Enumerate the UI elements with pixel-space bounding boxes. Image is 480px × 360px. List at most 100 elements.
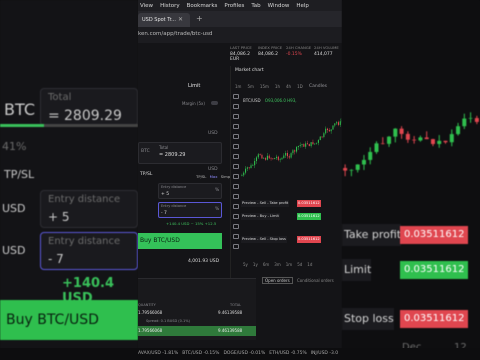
candles-dropdown[interactable]: Candles bbox=[309, 84, 327, 89]
drawing-tool-icon[interactable] bbox=[233, 94, 239, 99]
candle-body bbox=[336, 122, 338, 124]
zoom-percent: 41% bbox=[2, 140, 27, 153]
candle-body bbox=[296, 147, 298, 152]
drawing-tool-icon[interactable] bbox=[233, 114, 239, 119]
drawing-tool-icon[interactable] bbox=[233, 244, 239, 249]
zoom-entry-label-2: Entry distance bbox=[48, 236, 121, 247]
new-tab-icon[interactable]: + bbox=[196, 14, 203, 23]
preview-order-label: Preview - Sell - Stop loss bbox=[241, 236, 287, 243]
candle-body bbox=[412, 139, 417, 141]
candle-body bbox=[292, 150, 294, 154]
ticker-item: 24H CHANGE -0.15% bbox=[286, 45, 314, 57]
preview-order-row[interactable]: Preview - Buy - Limit 0.03511612 bbox=[241, 213, 341, 220]
open-orders-tabs: Open orders Conditional orders bbox=[262, 277, 334, 284]
zoom-take-profit-label: Take profit bbox=[342, 224, 402, 246]
menu-item-help[interactable]: Help bbox=[296, 3, 309, 9]
ticker-value: 84,086.2 EUR bbox=[230, 52, 251, 62]
drawing-tool-icon[interactable] bbox=[233, 144, 239, 149]
ticker-item: LAST PRICE 84,086.2 EUR bbox=[230, 45, 258, 62]
tab-close-icon[interactable]: ✕ bbox=[178, 13, 183, 27]
timeframe-option[interactable]: 4h bbox=[286, 84, 291, 89]
candle-body bbox=[337, 122, 339, 125]
drawing-tool-icon[interactable] bbox=[233, 214, 239, 219]
drawing-tool-icon[interactable] bbox=[233, 134, 239, 139]
candle-body bbox=[294, 150, 296, 152]
drawing-tool-icon[interactable] bbox=[233, 204, 239, 209]
candle-body bbox=[275, 156, 278, 159]
browser-tab-bar: USD Spot Tr... ✕ + bbox=[138, 11, 342, 27]
zoom-total-value: 2809.29 bbox=[64, 108, 122, 124]
range-option[interactable]: 1m bbox=[286, 262, 292, 267]
url-bar[interactable]: ken.com/app/trade/btc-usd bbox=[138, 27, 342, 43]
timeframe-option[interactable]: 1D bbox=[297, 84, 303, 89]
range-option[interactable]: 1y bbox=[253, 262, 258, 267]
zoom-stop-loss-label: Stop loss bbox=[342, 308, 394, 330]
menu-item-view[interactable]: View bbox=[140, 3, 153, 9]
drawing-tool-icon[interactable] bbox=[233, 154, 239, 159]
timeframe-option[interactable]: 1h bbox=[275, 84, 280, 89]
candle-body bbox=[254, 161, 256, 166]
menu-item-window[interactable]: Window bbox=[268, 3, 290, 9]
timeframe-option[interactable]: 5m bbox=[247, 84, 253, 89]
drawing-tool-icon[interactable] bbox=[233, 234, 239, 239]
candle-body bbox=[393, 128, 398, 137]
range-option[interactable]: 6m bbox=[263, 262, 269, 267]
order-row-1-qty: 1.79566068 bbox=[138, 310, 163, 315]
bottom-ticker: AVAX/USD -1.81% BTC/USD -0.15% DOGE/USD -0… bbox=[0, 348, 480, 360]
margin-label: Margin (5x) bbox=[182, 101, 205, 106]
drawing-tool-icon[interactable] bbox=[233, 104, 239, 109]
preview-order-row[interactable]: Preview - Sell - Take profit 0.03511612 bbox=[241, 200, 341, 207]
range-option[interactable]: 3m bbox=[274, 262, 280, 267]
bottom-ticker-item: DOGE/USD -0.01% bbox=[223, 351, 266, 356]
candle-body bbox=[418, 137, 423, 141]
zoom-take-profit-row: Take profit 0.03511612 bbox=[342, 224, 480, 246]
drawing-tool-icon[interactable] bbox=[233, 174, 239, 179]
range-option[interactable]: 5d bbox=[297, 262, 302, 267]
entry-distance-input-2[interactable]: Entry distance - 7 % bbox=[158, 202, 222, 218]
preview-order-label: Preview - Buy - Limit bbox=[241, 213, 280, 220]
total-input[interactable]: Total = 2809.29 BTC bbox=[138, 142, 222, 164]
buy-button[interactable]: Buy BTC/USD bbox=[138, 233, 222, 249]
drawing-tool-icon[interactable] bbox=[233, 184, 239, 189]
menu-item-history[interactable]: History bbox=[160, 3, 180, 9]
drawing-tool-icon[interactable] bbox=[233, 164, 239, 169]
mac-menu-bar: View History Bookmarks Profiles Tab Window Hel… bbox=[138, 0, 342, 11]
left-zoom-panel: BTC Total = 2809.29 41% TP/SL USD Entry … bbox=[0, 0, 138, 360]
total-header: TOTAL bbox=[230, 303, 242, 307]
menu-item-profiles[interactable]: Profiles bbox=[224, 3, 244, 9]
range-option[interactable]: 5y bbox=[243, 262, 248, 267]
ticker-label: 24H VOLUME bbox=[314, 45, 339, 50]
chart-panel: Market chart Candles 1m 5m 15m 1h 4h 1D BTC/U… bbox=[230, 66, 342, 280]
market-chart-tab[interactable]: Market chart bbox=[235, 68, 264, 73]
zoom-limit-row: Limit 0.03511612 bbox=[342, 259, 480, 281]
drawing-tool-icon[interactable] bbox=[233, 224, 239, 229]
margin-toggle[interactable] bbox=[211, 101, 218, 105]
candle-body bbox=[248, 167, 250, 169]
range-option[interactable]: 1d bbox=[307, 262, 312, 267]
menu-item-bookmarks[interactable]: Bookmarks bbox=[187, 3, 218, 9]
zoom-limit-label: Limit bbox=[342, 259, 372, 281]
tpsl-tab[interactable]: TP/SL bbox=[196, 174, 206, 179]
entry-distance-label-1: Entry distance bbox=[161, 185, 187, 189]
conditional-orders-tab[interactable]: Conditional orders bbox=[297, 278, 334, 283]
max-tab[interactable]: Max bbox=[210, 174, 218, 179]
open-orders-tab[interactable]: Open orders bbox=[262, 277, 293, 284]
drawing-tool-icon[interactable] bbox=[233, 194, 239, 199]
preview-order-row[interactable]: Preview - Sell - Stop loss 0.03511612 bbox=[241, 236, 341, 243]
candlestick-chart[interactable] bbox=[241, 96, 342, 256]
limit-tab[interactable]: Limit bbox=[188, 83, 200, 89]
timeframe-option[interactable]: 1m bbox=[235, 84, 241, 89]
candle-body bbox=[437, 140, 442, 144]
menu-item-tab[interactable]: Tab bbox=[251, 3, 260, 9]
entry-distance-input-1[interactable]: Entry distance + 5 % bbox=[158, 183, 222, 199]
drawing-tool-icon[interactable] bbox=[233, 124, 239, 129]
timeframe-option[interactable]: 15m bbox=[260, 84, 269, 89]
order-row-3-qty: 1.79566068 bbox=[138, 328, 163, 333]
candle-body bbox=[261, 155, 263, 159]
candle-body bbox=[317, 140, 319, 143]
browser-tab[interactable]: USD Spot Tr... ✕ bbox=[138, 13, 190, 27]
zoom-entry-value-2: - 7 bbox=[48, 252, 64, 266]
zoom-usd-1: USD bbox=[2, 202, 26, 215]
candle-body bbox=[299, 145, 301, 146]
ticker-value: 414,077 bbox=[314, 52, 333, 57]
